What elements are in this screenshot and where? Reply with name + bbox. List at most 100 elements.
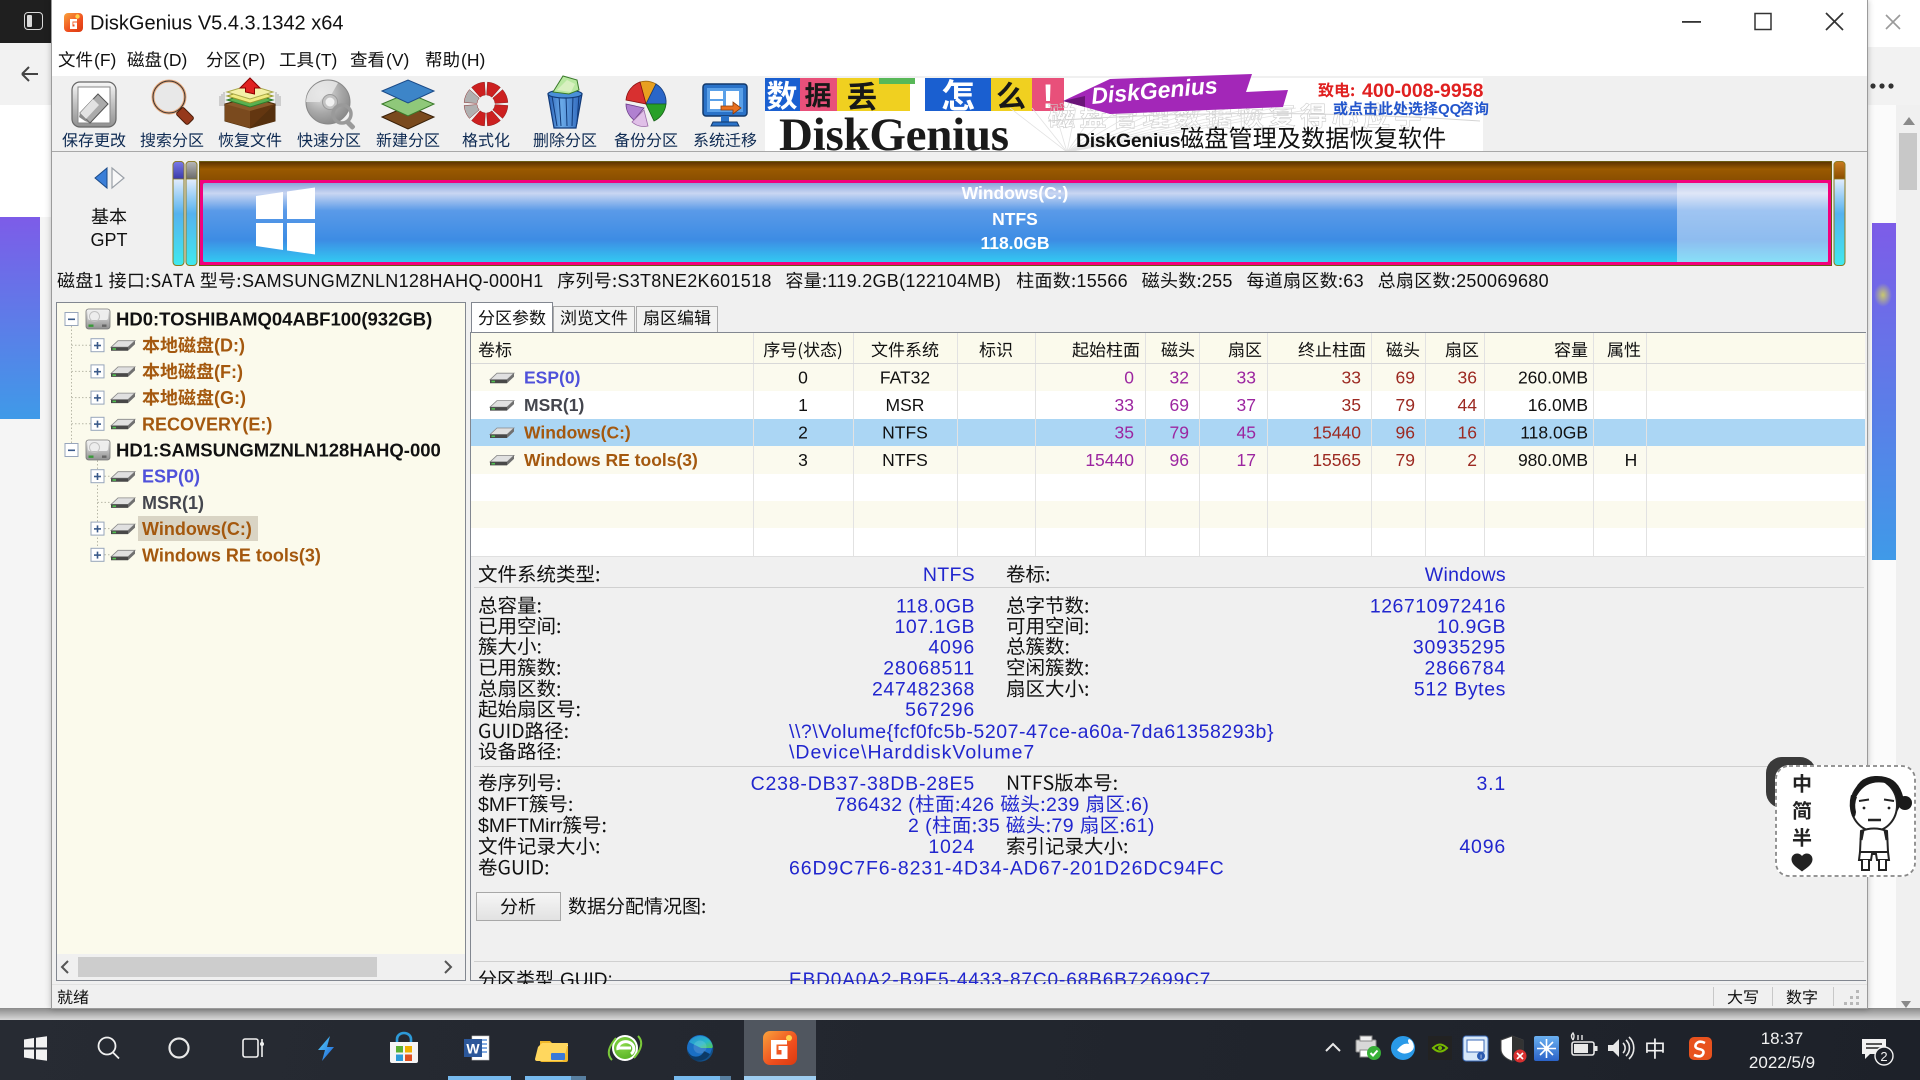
svg-text:15566: 15566	[1076, 271, 1128, 291]
svg-text:247482368: 247482368	[872, 679, 975, 701]
svg-text:SAMSUNGMZNLN128HAHQ-000H1: SAMSUNGMZNLN128HAHQ-000H1	[242, 271, 544, 291]
svg-text:17: 17	[1237, 450, 1256, 470]
svg-text:10.9GB: 10.9GB	[1437, 616, 1506, 638]
svg-text:66D9C7F6-8231-4D34-AD67-201D26: 66D9C7F6-8231-4D34-AD67-201D26DC94FC	[789, 857, 1225, 879]
svg-text:2866784: 2866784	[1424, 658, 1506, 680]
svg-text:RECOVERY(E:): RECOVERY(E:)	[142, 414, 272, 434]
svg-text:FAT32: FAT32	[880, 368, 930, 388]
svg-text:$MFTMirr: $MFTMirr	[478, 815, 563, 837]
svg-text:35: 35	[978, 815, 1001, 837]
svg-text:1024: 1024	[928, 836, 975, 858]
svg-text:16: 16	[1458, 423, 1477, 443]
svg-text:(G:): (G:)	[214, 388, 246, 408]
svg-text:79: 79	[1396, 395, 1415, 415]
svg-text:3.1: 3.1	[1476, 773, 1506, 795]
svg-text:250069680: 250069680	[1456, 271, 1549, 291]
svg-text:30935295: 30935295	[1413, 636, 1506, 658]
svg-text:36: 36	[1458, 368, 1477, 388]
svg-text:3: 3	[798, 450, 808, 470]
svg-text:44: 44	[1458, 395, 1478, 415]
svg-text:DiskGenius: DiskGenius	[779, 109, 1009, 161]
svg-text:512 Bytes: 512 Bytes	[1414, 679, 1506, 701]
svg-text:79: 79	[1396, 450, 1415, 470]
svg-text:(V): (V)	[386, 50, 409, 70]
svg-text:C238-DB37-38DB-28E5: C238-DB37-38DB-28E5	[751, 773, 975, 795]
svg-text:33: 33	[1342, 368, 1361, 388]
svg-text:33: 33	[1115, 395, 1134, 415]
svg-text:DiskGenius V5.4.3.1342 x64: DiskGenius V5.4.3.1342 x64	[90, 13, 344, 35]
svg-text:!: !	[1042, 78, 1053, 116]
svg-text:33: 33	[1237, 368, 1256, 388]
svg-text:15440: 15440	[1312, 423, 1361, 443]
svg-text:ESP(0): ESP(0)	[524, 368, 580, 388]
svg-text:2: 2	[1467, 450, 1477, 470]
svg-text:(D:): (D:)	[214, 336, 245, 356]
svg-text:69: 69	[1170, 395, 1189, 415]
svg-text:118.0GB: 118.0GB	[896, 596, 975, 618]
svg-text:119.2GB(122104MB): 119.2GB(122104MB)	[827, 271, 1001, 291]
svg-text:HD1:SAMSUNGMZNLN128HAHQ-000: HD1:SAMSUNGMZNLN128HAHQ-000	[116, 440, 441, 461]
svg-text:16.0MB: 16.0MB	[1528, 395, 1588, 415]
svg-text:(F:): (F:)	[214, 362, 243, 382]
svg-text:NTFS: NTFS	[923, 564, 975, 586]
svg-text:2022/5/9: 2022/5/9	[1749, 1053, 1815, 1072]
svg-text:260.0MB: 260.0MB	[1518, 368, 1588, 388]
svg-text:H: H	[1625, 450, 1638, 470]
svg-text:(H): (H)	[461, 50, 485, 70]
svg-text:2: 2	[798, 423, 808, 443]
svg-text:107.1GB: 107.1GB	[895, 616, 975, 638]
svg-text:GPT: GPT	[90, 230, 127, 250]
svg-text:45: 45	[1237, 423, 1256, 443]
svg-text:MSR(1): MSR(1)	[524, 395, 584, 415]
svg-text:NTFS: NTFS	[882, 450, 928, 470]
svg-text:MSR: MSR	[886, 395, 925, 415]
svg-text:EBD0A0A2-B9E5-4433-87C0-68B6B7: EBD0A0A2-B9E5-4433-87C0-68B6B72699C7	[789, 970, 1211, 991]
svg-text:MSR(1): MSR(1)	[142, 493, 204, 513]
svg-text:0: 0	[1124, 368, 1134, 388]
svg-text:96: 96	[1170, 450, 1189, 470]
svg-text:61): 61)	[1125, 815, 1154, 837]
svg-text:2: 2	[1880, 1049, 1887, 1064]
svg-text:ESP(0): ESP(0)	[142, 467, 200, 487]
svg-text:35: 35	[1115, 423, 1134, 443]
svg-text:79: 79	[1170, 423, 1189, 443]
svg-text:NTFS: NTFS	[992, 209, 1038, 229]
svg-text:Windows: Windows	[1425, 564, 1506, 586]
svg-text:118.0GB: 118.0GB	[980, 233, 1049, 253]
svg-text:$MFT: $MFT	[478, 794, 529, 816]
svg-text:15440: 15440	[1085, 450, 1134, 470]
svg-text:126710972416: 126710972416	[1370, 596, 1506, 618]
svg-text:255: 255	[1202, 271, 1233, 291]
svg-text:GUID:: GUID:	[560, 970, 613, 991]
svg-text:400-008-9958: 400-008-9958	[1362, 80, 1484, 102]
svg-text:(F): (F)	[94, 50, 116, 70]
svg-text:Windows(C:): Windows(C:)	[142, 519, 252, 539]
svg-text:79: 79	[1052, 815, 1075, 837]
svg-text:15565: 15565	[1312, 450, 1361, 470]
svg-text:HD0:TOSHIBAMQ04ABF100(932GB): HD0:TOSHIBAMQ04ABF100(932GB)	[116, 309, 432, 330]
svg-text:28068511: 28068511	[883, 658, 975, 680]
svg-text:37: 37	[1237, 395, 1256, 415]
svg-text:35: 35	[1342, 395, 1361, 415]
svg-text:786432 (: 786432 (	[835, 794, 915, 816]
svg-text:63: 63	[1343, 271, 1364, 291]
svg-text:Windows RE tools(3): Windows RE tools(3)	[524, 450, 698, 470]
svg-text:69: 69	[1396, 368, 1415, 388]
svg-text:W: W	[466, 1041, 480, 1057]
svg-text:NTFS: NTFS	[882, 423, 928, 443]
svg-text:118.0GB: 118.0GB	[1520, 423, 1588, 443]
svg-text:4096: 4096	[1459, 836, 1506, 858]
svg-text:4096: 4096	[928, 636, 975, 658]
svg-text:1: 1	[798, 395, 808, 415]
svg-text:\\?\Volume{fcf0fc5b-5207-47ce-: \\?\Volume{fcf0fc5b-5207-47ce-a60a-7da61…	[789, 721, 1274, 743]
svg-text:Windows RE tools(3): Windows RE tools(3)	[142, 545, 321, 565]
svg-text:Windows(C:): Windows(C:)	[962, 183, 1069, 203]
svg-text:18:37: 18:37	[1761, 1029, 1804, 1048]
svg-text:0: 0	[798, 368, 808, 388]
svg-text:(P): (P)	[242, 50, 265, 70]
svg-text:2 (: 2 (	[908, 815, 932, 837]
svg-text:32: 32	[1170, 368, 1189, 388]
svg-text:980.0MB: 980.0MB	[1518, 450, 1588, 470]
svg-text:(D): (D)	[163, 50, 187, 70]
svg-text:i: i	[1480, 1055, 1481, 1061]
